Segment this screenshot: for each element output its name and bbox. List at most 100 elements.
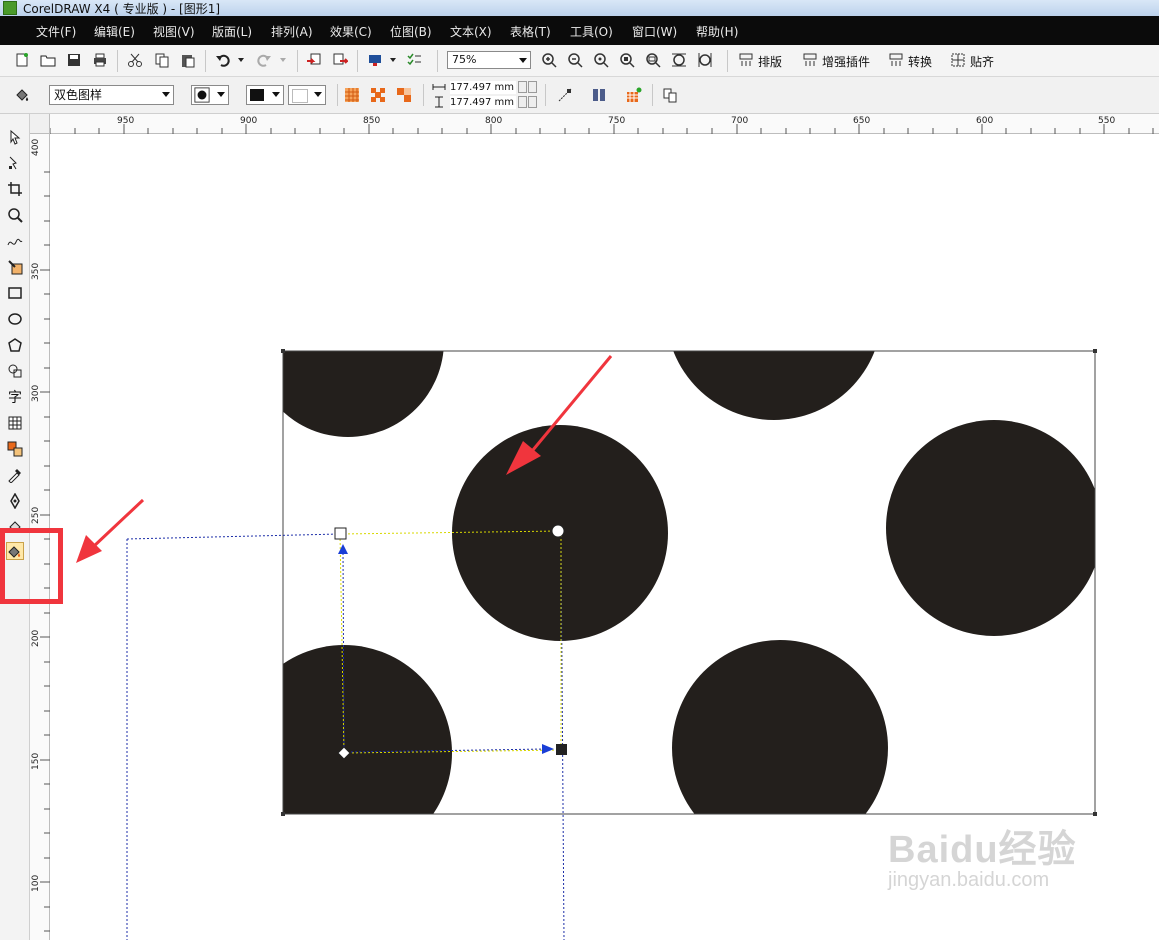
copy-button[interactable] [152,50,172,70]
back-color-picker[interactable] [288,85,326,105]
paste-button[interactable] [178,50,198,70]
menu-file[interactable]: 文件(F) [36,23,76,40]
selection-handle[interactable] [1093,349,1097,353]
tile-height-field[interactable]: 177.497 mm [450,96,516,109]
pattern-preview-select[interactable] [191,85,229,105]
chevron-down-icon [272,92,280,97]
basic-shapes-tool[interactable] [6,362,24,380]
tile-size-handle-right[interactable] [556,744,567,755]
fill-bucket-icon [16,89,29,101]
import-button[interactable] [304,50,324,70]
redo-button[interactable] [254,50,274,70]
mirror-fill-button[interactable] [589,85,609,105]
menu-tools[interactable]: 工具(O) [570,23,613,40]
layout-button[interactable] [736,50,756,70]
menu-text[interactable]: 文本(X) [450,23,492,40]
fill-properties-button[interactable] [12,85,32,105]
smart-fill-tool[interactable] [6,258,24,276]
tile-width-spinner-up[interactable] [528,81,537,93]
zoom-tool[interactable] [6,206,24,224]
undo-button[interactable] [213,50,233,70]
launcher-dropdown[interactable] [388,50,398,70]
menu-effects[interactable]: 效果(C) [330,23,372,40]
export-button[interactable] [330,50,350,70]
ruler-origin[interactable] [30,114,50,134]
undo-dropdown[interactable] [236,50,246,70]
rectangle-tool[interactable] [6,284,24,302]
snap-label[interactable]: 贴齐 [970,53,994,70]
text-tool[interactable]: 字 [6,388,24,406]
tile-height-spinner[interactable] [518,96,527,108]
zoom-all-icon [620,53,635,68]
zoom-to-page-button[interactable] [643,50,663,70]
menu-window[interactable]: 窗口(W) [632,23,677,40]
chevron-down-icon [519,58,527,63]
copy-fill-properties-button[interactable] [660,85,680,105]
medium-tile-button[interactable] [368,85,388,105]
convert-label[interactable]: 转换 [908,53,932,70]
eyedropper-tool[interactable] [6,466,24,484]
zoom-out-icon [568,53,583,68]
chevron-down-icon [314,92,322,97]
menu-help[interactable]: 帮助(H) [696,23,738,40]
tile-center-handle[interactable] [551,524,565,538]
tile-width-spinner[interactable] [518,81,527,93]
copy-icon [155,53,169,68]
cut-button[interactable] [125,50,145,70]
shape-tool[interactable] [6,154,24,172]
welcome-screen-button[interactable] [404,50,424,70]
zoom-to-selected-button[interactable] [591,50,611,70]
selection-handle[interactable] [281,349,285,353]
horizontal-ruler[interactable]: 950 900 850 800 750 700 650 600 550 [30,114,1159,134]
new-document-button[interactable] [12,50,32,70]
front-color-picker[interactable] [246,85,284,105]
selection-handle[interactable] [281,812,285,816]
outline-pen-tool[interactable] [6,492,24,510]
zoom-page-width-button[interactable] [669,50,689,70]
chevron-down-icon [217,92,225,97]
open-button[interactable] [38,50,58,70]
pick-tool[interactable] [6,128,24,146]
menu-bitmaps[interactable]: 位图(B) [390,23,432,40]
enhance-plugin-button[interactable] [800,50,820,70]
tile-size-handle-top[interactable] [334,527,347,540]
launcher-icon [369,55,381,66]
zoom-out-button[interactable] [565,50,585,70]
selection-handle[interactable] [1093,812,1097,816]
zoom-page-height-button[interactable] [695,50,715,70]
pattern-type-select[interactable]: 双色图样 [49,85,174,105]
small-tile-button[interactable] [342,85,362,105]
dot-pattern-icon [194,87,210,103]
create-pattern-button[interactable] [624,85,644,105]
tile-width-field[interactable]: 177.497 mm [450,81,516,94]
menu-table[interactable]: 表格(T) [510,23,551,40]
menu-edit[interactable]: 编辑(E) [94,23,135,40]
chevron-down-icon [390,58,396,62]
menu-layout[interactable]: 版面(L) [212,23,252,40]
snap-button[interactable] [948,50,968,70]
smart-fill-icon [8,260,23,275]
front-color-swatch [250,89,264,101]
print-button[interactable] [90,50,110,70]
crop-tool[interactable] [6,180,24,198]
zoom-to-all-objects-button[interactable] [617,50,637,70]
ellipse-tool[interactable] [6,310,24,328]
table-tool[interactable] [6,414,24,432]
zoom-in-button[interactable] [539,50,559,70]
interactive-blend-tool[interactable] [6,440,24,458]
convert-button[interactable] [886,50,906,70]
toolbox: 字 [0,114,30,940]
menu-view[interactable]: 视图(V) [153,23,195,40]
application-launcher-button[interactable] [365,50,385,70]
redo-dropdown[interactable] [278,50,288,70]
zoom-level-select[interactable]: 75% [447,51,531,69]
menu-arrange[interactable]: 排列(A) [271,23,313,40]
tile-height-spinner-up[interactable] [528,96,537,108]
transform-with-object-button[interactable] [555,85,575,105]
layout-label[interactable]: 排版 [758,53,782,70]
large-tile-button[interactable] [394,85,414,105]
save-button[interactable] [64,50,84,70]
freehand-tool[interactable] [6,232,24,250]
enhance-plugin-label[interactable]: 增强插件 [822,53,870,70]
polygon-tool[interactable] [6,336,24,354]
